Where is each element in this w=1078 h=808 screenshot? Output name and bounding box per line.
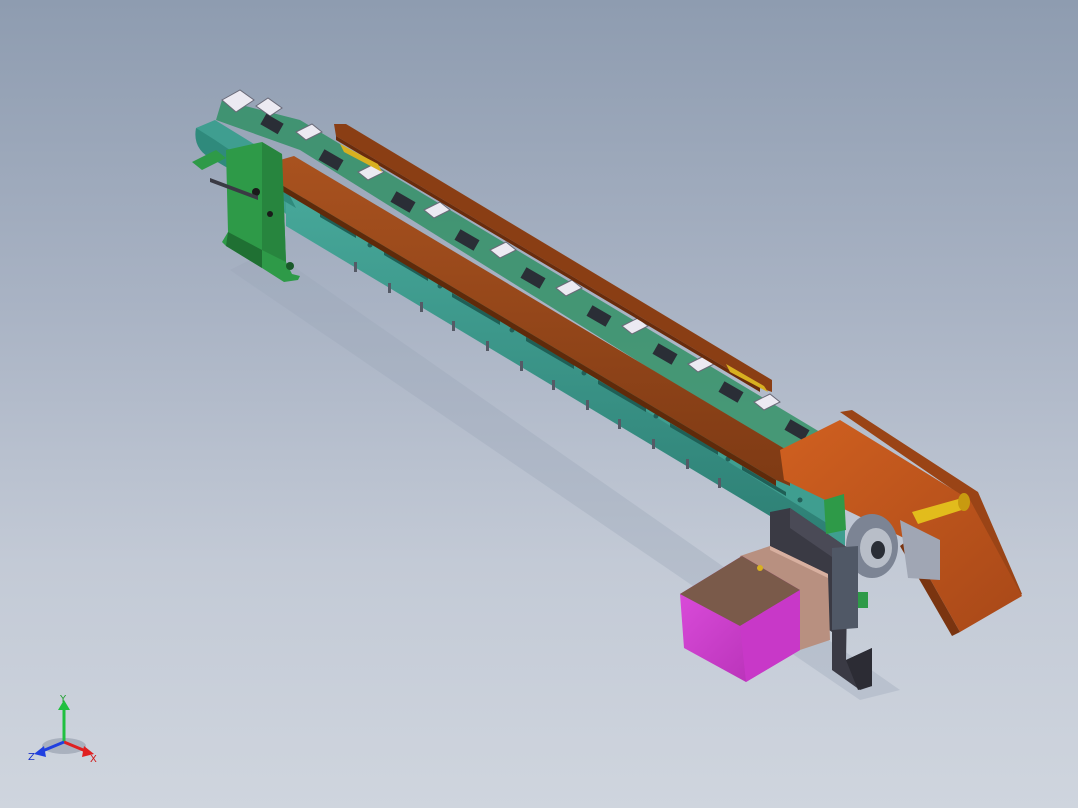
y-axis-label: Y <box>59 694 67 705</box>
right-bracket <box>824 494 846 534</box>
conveyor-assembly-model[interactable] <box>0 0 1078 808</box>
z-axis-head <box>34 746 46 757</box>
graphics-viewport[interactable]: Y X Z <box>0 0 1078 808</box>
view-orientation-triad[interactable]: Y X Z <box>22 694 112 770</box>
x-axis-label: X <box>90 754 97 765</box>
z-axis-label: Z <box>28 752 35 763</box>
